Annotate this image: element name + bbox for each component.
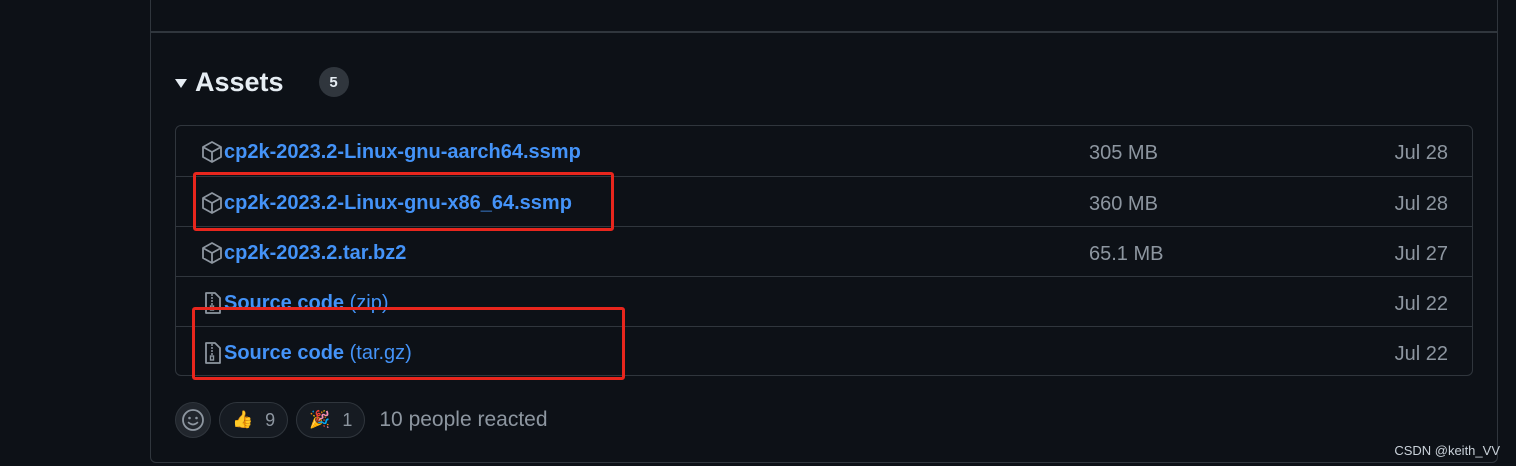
section-divider <box>150 31 1498 33</box>
watermark: CSDN @keith_VV <box>1394 443 1500 458</box>
assets-list: cp2k-2023.2-Linux-gnu-aarch64.ssmp 305 M… <box>175 125 1473 376</box>
package-icon <box>202 242 222 264</box>
add-reaction-button[interactable] <box>175 402 211 438</box>
file-zip-icon <box>205 342 221 364</box>
asset-row: cp2k-2023.2-Linux-gnu-aarch64.ssmp 305 M… <box>176 126 1472 176</box>
package-icon <box>202 141 222 163</box>
reaction-hooray-button[interactable]: 🎉 1 <box>296 402 366 438</box>
asset-date: Jul 27 <box>1394 243 1448 265</box>
assets-title: Assets <box>195 66 284 97</box>
assets-header[interactable]: Assets 5 <box>175 64 349 100</box>
asset-row: cp2k-2023.2-Linux-gnu-x86_64.ssmp 360 MB… <box>176 176 1472 226</box>
reaction-count: 1 <box>342 409 353 430</box>
triangle-down-icon[interactable] <box>175 78 187 88</box>
asset-row: Source code (zip) Jul 22 <box>176 276 1472 326</box>
asset-date: Jul 22 <box>1394 293 1448 315</box>
reactions-summary: 10 people reacted <box>379 408 548 431</box>
asset-row: Source code (tar.gz) Jul 22 <box>176 326 1472 375</box>
asset-date: Jul 28 <box>1394 142 1448 164</box>
asset-download-link[interactable]: cp2k-2023.2-Linux-gnu-aarch64.ssmp <box>224 139 581 165</box>
reaction-thumbs-up-button[interactable]: 👍 9 <box>219 402 289 438</box>
file-zip-icon <box>205 292 221 314</box>
asset-download-link[interactable]: cp2k-2023.2-Linux-gnu-x86_64.ssmp <box>224 190 572 216</box>
asset-size: 360 MB <box>1089 193 1158 215</box>
reaction-count: 9 <box>265 409 276 430</box>
asset-download-link[interactable]: cp2k-2023.2.tar.bz2 <box>224 240 406 266</box>
asset-download-link[interactable]: Source code (zip) <box>224 290 389 316</box>
assets-count-badge: 5 <box>318 67 349 97</box>
party-popper-icon: 🎉 <box>309 410 331 429</box>
asset-date: Jul 22 <box>1394 343 1448 365</box>
smiley-icon <box>182 409 204 431</box>
asset-row: cp2k-2023.2.tar.bz2 65.1 MB Jul 27 <box>176 226 1472 276</box>
asset-date: Jul 28 <box>1394 193 1448 215</box>
package-icon <box>202 192 222 214</box>
thumbs-up-icon: 👍 <box>232 410 254 429</box>
asset-download-link[interactable]: Source code (tar.gz) <box>224 340 412 366</box>
reactions-bar: 👍 9 🎉 1 10 people reacted <box>175 401 548 439</box>
asset-size: 65.1 MB <box>1089 243 1164 265</box>
asset-size: 305 MB <box>1089 142 1158 164</box>
